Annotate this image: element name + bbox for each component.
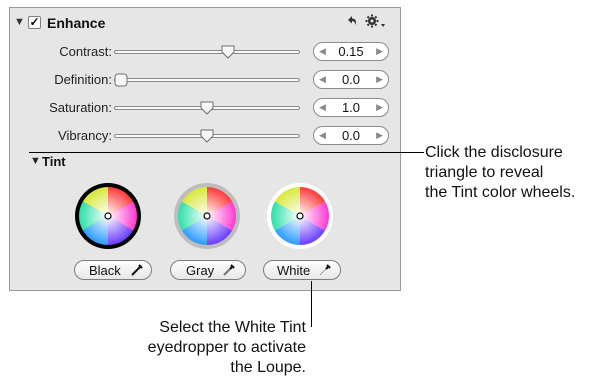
vibrancy-label: Vibrancy:	[58, 128, 112, 143]
contrast-increment-arrow[interactable]: ▶	[376, 44, 383, 59]
black-eyedropper-button[interactable]: Black	[74, 260, 152, 280]
saturation-slider-thumb[interactable]	[200, 101, 214, 115]
vibrancy-stepper[interactable]: ◀ 0.0 ▶	[313, 126, 389, 145]
contrast-label: Contrast:	[59, 44, 112, 59]
definition-decrement-arrow[interactable]: ◀	[319, 72, 326, 87]
eyedropper-icon	[318, 263, 332, 277]
enhance-title: Enhance	[47, 15, 106, 31]
eyedropper-callout-line-1: Select the White Tint	[159, 319, 306, 336]
enhance-checkbox[interactable]: ✓	[28, 16, 41, 29]
definition-value[interactable]: 0.0	[328, 72, 374, 87]
contrast-decrement-arrow[interactable]: ◀	[319, 44, 326, 59]
black-tint-wheel[interactable]	[74, 182, 142, 250]
disclosure-callout-line-3: the Tint color wheels.	[425, 184, 576, 201]
white-eyedropper-button[interactable]: White	[263, 260, 341, 280]
disclosure-callout-text: Click the disclosure triangle to reveal …	[425, 143, 575, 203]
vibrancy-decrement-arrow[interactable]: ◀	[319, 128, 326, 143]
definition-label: Definition:	[54, 72, 112, 87]
eyedropper-callout-line	[311, 281, 312, 327]
tint-header: ▼ Tint	[10, 154, 400, 172]
contrast-row: Contrast: ◀ 0.15 ▶	[10, 41, 400, 63]
definition-row: Definition: ◀ 0.0 ▶	[10, 69, 400, 91]
vibrancy-increment-arrow[interactable]: ▶	[376, 128, 383, 143]
saturation-decrement-arrow[interactable]: ◀	[319, 100, 326, 115]
gear-menu-icon[interactable]	[365, 14, 387, 34]
saturation-label: Saturation:	[49, 100, 112, 115]
contrast-slider-track[interactable]	[114, 50, 300, 54]
undo-icon[interactable]	[345, 14, 359, 32]
definition-slider-thumb[interactable]	[114, 73, 128, 87]
saturation-value[interactable]: 1.0	[328, 100, 374, 115]
white-tint-wheel[interactable]	[266, 182, 334, 250]
contrast-slider-thumb[interactable]	[221, 45, 235, 59]
vibrancy-slider-thumb[interactable]	[200, 129, 214, 143]
tint-title: Tint	[42, 154, 66, 169]
eyedropper-callout-line-2: eyedropper to activate	[147, 339, 306, 356]
eyedropper-icon	[130, 263, 144, 277]
disclosure-callout-line-1: Click the disclosure	[425, 144, 563, 161]
definition-slider-track[interactable]	[114, 78, 300, 82]
eyedropper-callout-line-3: the Loupe.	[230, 359, 306, 376]
saturation-row: Saturation: ◀ 1.0 ▶	[10, 97, 400, 119]
gray-eyedropper-button[interactable]: Gray	[170, 260, 246, 280]
vibrancy-value[interactable]: 0.0	[328, 128, 374, 143]
tint-disclosure-triangle[interactable]: ▼	[30, 155, 41, 167]
vibrancy-row: Vibrancy: ◀ 0.0 ▶	[10, 125, 400, 147]
enhance-disclosure-triangle[interactable]: ▼	[14, 16, 25, 28]
white-button-label: White	[277, 263, 311, 278]
saturation-stepper[interactable]: ◀ 1.0 ▶	[313, 98, 389, 117]
eyedropper-callout-text: Select the White Tint eyedropper to acti…	[108, 318, 306, 378]
definition-increment-arrow[interactable]: ▶	[376, 72, 383, 87]
enhance-header: ▼ ✓ Enhance	[10, 14, 400, 34]
contrast-stepper[interactable]: ◀ 0.15 ▶	[313, 42, 389, 61]
gray-button-label: Gray	[186, 263, 215, 278]
saturation-increment-arrow[interactable]: ▶	[376, 100, 383, 115]
eyedropper-icon	[222, 263, 236, 277]
stage: ▼ ✓ Enhance Contrast: ◀ 0.15 ▶ Definitio…	[0, 0, 601, 380]
disclosure-callout-line	[29, 152, 424, 153]
definition-stepper[interactable]: ◀ 0.0 ▶	[313, 70, 389, 89]
gray-tint-wheel[interactable]	[173, 182, 241, 250]
contrast-value[interactable]: 0.15	[328, 44, 374, 59]
black-button-label: Black	[89, 263, 121, 278]
disclosure-callout-line-2: triangle to reveal	[425, 164, 544, 181]
enhance-panel: ▼ ✓ Enhance Contrast: ◀ 0.15 ▶ Definitio…	[9, 7, 401, 291]
